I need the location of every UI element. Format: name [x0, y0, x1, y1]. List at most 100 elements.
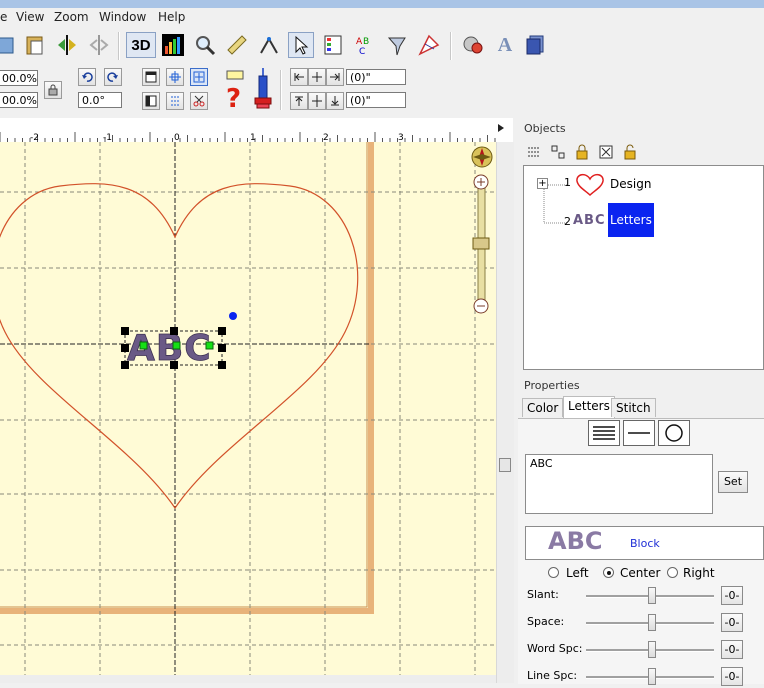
collapse-all-icon[interactable]: [548, 142, 568, 162]
rotate-handle[interactable]: [229, 312, 237, 320]
resize-handle: [218, 361, 226, 369]
svg-text:B: B: [363, 37, 369, 47]
main-toolbar: 3D ABC A: [0, 28, 764, 65]
mirror-icon[interactable]: [54, 32, 80, 58]
slant-reset-button[interactable]: -0-: [721, 586, 743, 605]
heart-thumbnail-icon: [576, 173, 604, 196]
ruler-measure-icon[interactable]: [224, 32, 250, 58]
stitch-path-icon[interactable]: [256, 32, 282, 58]
letters-text-input[interactable]: ABC: [525, 454, 713, 514]
zoom-magnifier-icon[interactable]: [192, 32, 218, 58]
expand-all-icon[interactable]: [524, 142, 544, 162]
edit-toolbar: 00.0% 00.0% 0.0° ? (0)" (0)": [0, 64, 764, 116]
line-shape-button[interactable]: [623, 420, 655, 446]
align-left-button[interactable]: [142, 92, 160, 110]
word-space-slider-thumb[interactable]: [648, 641, 656, 658]
vertical-scrollbar[interactable]: [496, 142, 514, 683]
ruler-label: 2: [323, 133, 329, 142]
resize-handle: [218, 327, 226, 335]
horizontal-scrollbar[interactable]: [0, 675, 496, 683]
thread-list-icon[interactable]: [320, 32, 346, 58]
lock-icon[interactable]: [572, 142, 592, 162]
rotation-field[interactable]: 0.0°: [78, 92, 122, 108]
properties-title: Properties: [524, 379, 580, 392]
machine-needle-icon[interactable]: [250, 66, 276, 112]
color-chart-icon[interactable]: [160, 32, 186, 58]
tree-item-letters[interactable]: 2 ABC Letters: [524, 203, 763, 238]
resize-handle: [121, 361, 129, 369]
save-icon[interactable]: [0, 32, 20, 58]
select-pointer-icon[interactable]: [288, 32, 314, 58]
line-space-slider-thumb[interactable]: [648, 668, 656, 685]
ruler-label: 3: [398, 133, 404, 142]
ruler-label: -1: [103, 133, 112, 142]
move-down-button[interactable]: [326, 92, 344, 110]
menu-item-help[interactable]: Help: [158, 10, 185, 24]
rotate-ccw-button[interactable]: [78, 68, 96, 86]
offset-x-field[interactable]: (0)": [346, 69, 406, 85]
ruler-label: -2: [30, 133, 39, 142]
zoom-thumb[interactable]: [472, 237, 490, 250]
zoom-x-field[interactable]: 00.0%: [0, 70, 38, 86]
objects-tree[interactable]: + 1 Design 2 ABC Letters: [523, 165, 764, 370]
center-hoop-button[interactable]: [190, 68, 208, 86]
align-top-button[interactable]: [142, 68, 160, 86]
slant-slider-thumb[interactable]: [648, 587, 656, 604]
space-slider-thumb[interactable]: [648, 614, 656, 631]
font-selector[interactable]: ABC Block: [525, 526, 764, 560]
blue-files-icon[interactable]: [522, 32, 548, 58]
mirror-disabled-icon[interactable]: [86, 32, 112, 58]
multiline-shape-button[interactable]: [588, 420, 620, 446]
svg-text:?: ?: [226, 84, 241, 111]
cut-button[interactable]: [190, 92, 208, 110]
text-tool-icon[interactable]: A: [492, 32, 518, 58]
resize-handle: [121, 327, 129, 335]
needle-icon[interactable]: [384, 32, 410, 58]
resize-handle: [121, 344, 129, 352]
tree-item-design[interactable]: 1 Design: [524, 172, 763, 196]
design-canvas[interactable]: ABC: [0, 142, 496, 675]
center-horizontal-button[interactable]: [308, 68, 326, 86]
line-space-reset-button[interactable]: -0-: [721, 667, 743, 686]
menu-item-zoom[interactable]: Zoom: [54, 10, 89, 24]
tab-letters[interactable]: Letters: [563, 396, 615, 418]
unlock-icon[interactable]: [620, 142, 640, 162]
font-preview: ABC: [548, 527, 603, 555]
horizontal-ruler: -2 -1 0 1 2 3: [0, 120, 513, 142]
tab-color[interactable]: Color: [522, 398, 564, 417]
view-3d-button[interactable]: 3D: [126, 32, 156, 58]
set-button[interactable]: Set: [718, 471, 748, 493]
svg-text:A: A: [356, 37, 363, 47]
scroll-thumb[interactable]: [499, 458, 511, 472]
letter-handle: [172, 341, 181, 350]
delete-object-icon[interactable]: [596, 142, 616, 162]
center-object-button[interactable]: [166, 68, 184, 86]
zoom-y-field[interactable]: 00.0%: [0, 92, 38, 108]
tab-stitch[interactable]: Stitch: [611, 398, 656, 417]
offset-y-field[interactable]: (0)": [346, 92, 406, 108]
rotate-cw-button[interactable]: [104, 68, 122, 86]
center-vertical-button[interactable]: [308, 92, 326, 110]
svg-text:C: C: [359, 47, 365, 56]
move-right-button[interactable]: [326, 68, 344, 86]
objects-title: Objects: [524, 122, 566, 135]
letter-handle: [139, 341, 148, 350]
menu-item-edit[interactable]: e: [0, 10, 7, 24]
menu-item-view[interactable]: View: [16, 10, 44, 24]
move-up-button[interactable]: [290, 92, 308, 110]
hoop-grid-icon[interactable]: [416, 32, 442, 58]
menu-item-window[interactable]: Window: [99, 10, 146, 24]
word-space-reset-button[interactable]: -0-: [721, 640, 743, 659]
paste-icon[interactable]: [22, 32, 48, 58]
help-question-icon[interactable]: ?: [222, 68, 248, 112]
font-name: Block: [630, 537, 660, 550]
space-reset-button[interactable]: -0-: [721, 613, 743, 632]
tree-item-label: Design: [610, 177, 652, 191]
lock-aspect-button[interactable]: [44, 81, 62, 99]
distribute-button[interactable]: [166, 92, 184, 110]
spell-check-icon[interactable]: ABC: [352, 32, 378, 58]
menu-bar: e View Zoom Window Help: [0, 8, 764, 28]
stitch-settings-icon[interactable]: [460, 32, 486, 58]
move-left-button[interactable]: [290, 68, 308, 86]
circle-shape-button[interactable]: [658, 420, 690, 446]
